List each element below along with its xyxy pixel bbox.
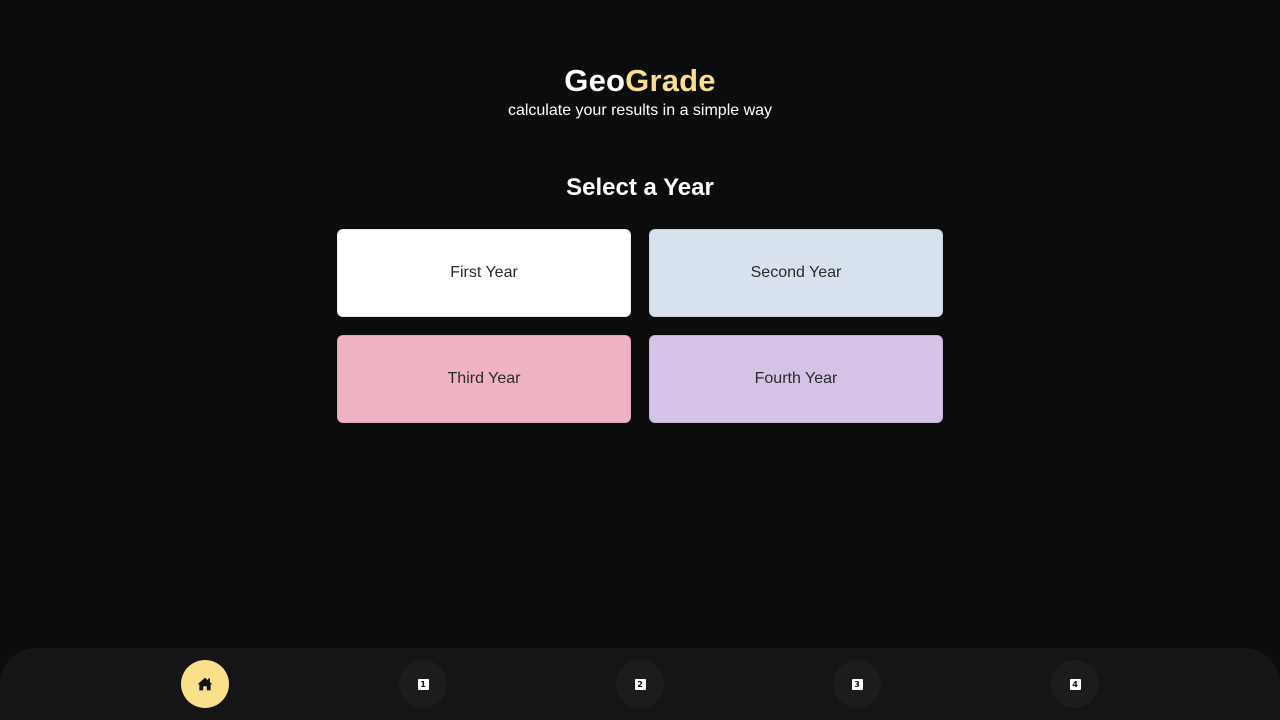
home-icon	[197, 677, 213, 691]
year-4-icon: 4	[1069, 678, 1081, 690]
bottom-nav: 1 2 3 4	[0, 648, 1280, 720]
nav-year-4-button[interactable]: 4	[1051, 660, 1099, 708]
app-title-part-grade: Grade	[625, 63, 716, 98]
nav-year-1-button[interactable]: 1	[399, 660, 447, 708]
year-grid: First Year Second Year Third Year Fourth…	[337, 229, 943, 423]
nav-year-2-button[interactable]: 2	[616, 660, 664, 708]
third-year-button[interactable]: Third Year	[337, 335, 631, 423]
year-2-icon: 2	[634, 678, 646, 690]
first-year-button[interactable]: First Year	[337, 229, 631, 317]
year-1-icon: 1	[417, 678, 429, 690]
app-title-part-geo: Geo	[564, 63, 626, 98]
app-tagline: calculate your results in a simple way	[507, 102, 773, 119]
fourth-year-button[interactable]: Fourth Year	[649, 335, 943, 423]
app-header: GeoGrade calculate your results in a sim…	[0, 62, 1280, 121]
nav-year-3-button[interactable]: 3	[833, 660, 881, 708]
section-title: Select a Year	[566, 174, 714, 201]
year-3-icon: 3	[851, 678, 863, 690]
second-year-button[interactable]: Second Year	[649, 229, 943, 317]
app-title: GeoGrade	[0, 62, 1280, 100]
app-page: GeoGrade calculate your results in a sim…	[0, 0, 1280, 720]
nav-home-button[interactable]	[181, 660, 229, 708]
